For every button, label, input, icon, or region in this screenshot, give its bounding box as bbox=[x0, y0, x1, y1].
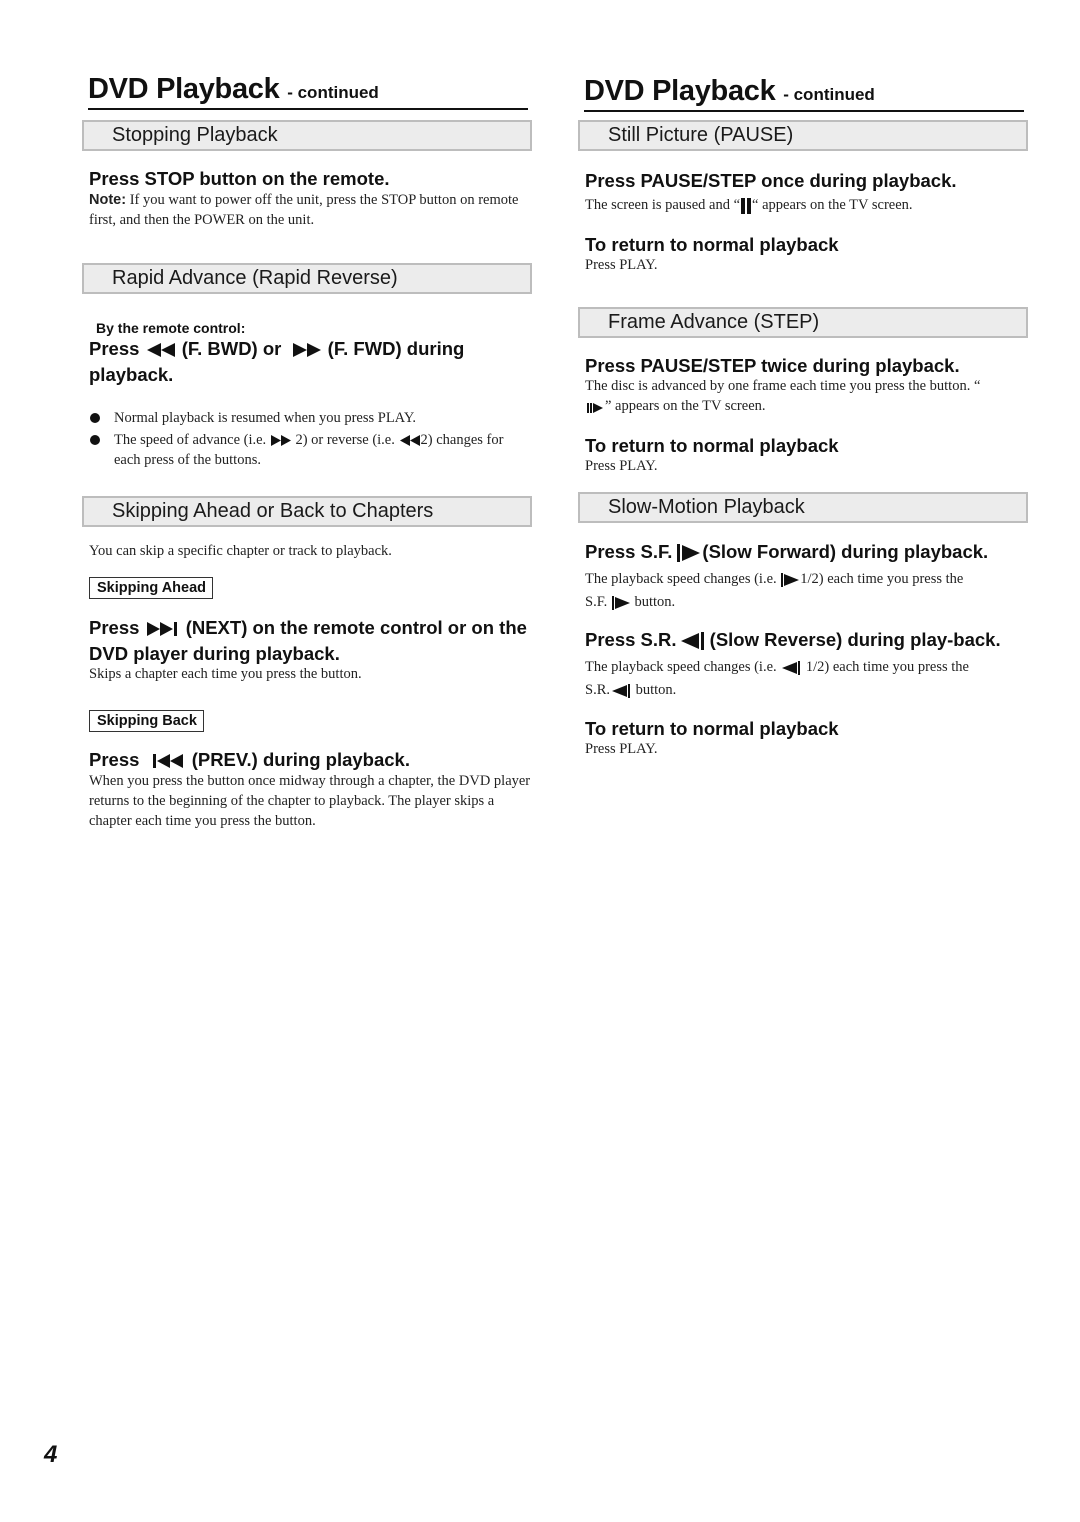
pause-text-b: “ appears on the TV screen. bbox=[752, 197, 913, 213]
bullet-text: The speed of advance (i.e. bbox=[114, 431, 267, 448]
return-text: Press PLAY. bbox=[585, 257, 658, 273]
press-label: Press bbox=[89, 338, 140, 359]
page-title-left: DVD Playback - continued bbox=[88, 74, 528, 110]
pause-text-a: The screen is paused and “ bbox=[585, 197, 741, 213]
note-label: Note: bbox=[89, 192, 127, 208]
sf-text-c: S.F. bbox=[585, 594, 608, 610]
bullet-icon bbox=[90, 434, 100, 445]
skipping-ahead-tag: Skipping Ahead bbox=[89, 576, 214, 599]
title-text: DVD Playback bbox=[584, 75, 776, 107]
slow-reverse-label: (Slow Reverse) during play-back. bbox=[709, 629, 1001, 650]
pause-heading: Press PAUSE/STEP once during playback. bbox=[585, 170, 957, 191]
frame-step-icon bbox=[585, 400, 605, 414]
return-text: Press PLAY. bbox=[585, 741, 658, 757]
previous-chapter-icon bbox=[151, 753, 187, 769]
return-text: Press PLAY. bbox=[585, 458, 658, 474]
fbwd-label: (F. BWD) or bbox=[181, 338, 282, 359]
slow-forward-icon bbox=[676, 543, 702, 563]
fast-backward-icon bbox=[145, 342, 177, 358]
next-text: Skips a chapter each time you press the … bbox=[89, 665, 362, 682]
slow-forward-text: The playback speed changes (i.e. 1/2) ea… bbox=[585, 568, 1028, 614]
stop-note: Note: If you want to power off the unit,… bbox=[89, 190, 532, 230]
slow-forward-icon bbox=[780, 572, 800, 588]
section-bar-skipping: Skipping Ahead or Back to Chapters bbox=[82, 495, 532, 527]
fast-backward-icon bbox=[399, 434, 421, 446]
press-label: Press S.R. bbox=[585, 629, 677, 650]
prev-text: When you press the button once midway th… bbox=[89, 772, 531, 829]
section-bar-stopping: Stopping Playback bbox=[82, 120, 532, 151]
note-text: If you want to power off the unit, press… bbox=[89, 192, 519, 228]
bullet-icon bbox=[90, 413, 100, 423]
page-number: 4 bbox=[44, 1441, 58, 1468]
sr-text-d: button. bbox=[635, 682, 677, 698]
sf-text-d: button. bbox=[634, 594, 676, 610]
sf-text-a: The playback speed changes (i.e. bbox=[585, 571, 777, 587]
slow-reverse-icon bbox=[679, 631, 705, 651]
left-column: DVD Playback - continued Stopping Playba… bbox=[82, 74, 532, 831]
skipping-back-tag: Skipping Back bbox=[89, 709, 204, 732]
right-column: DVD Playback - continued Still Picture (… bbox=[578, 76, 1028, 759]
title-suffix: - continued bbox=[287, 83, 379, 102]
list-item: The speed of advance (i.e. 2) or reverse… bbox=[89, 430, 532, 471]
sr-text-c: S.R. bbox=[585, 682, 610, 698]
list-item: Normal playback is resumed when you pres… bbox=[89, 408, 532, 429]
slow-forward-label: (Slow Forward) during playback. bbox=[702, 541, 989, 562]
rapid-bullets: Normal playback is resumed when you pres… bbox=[89, 408, 532, 471]
bullet-text: Normal playback is resumed when you pres… bbox=[114, 410, 417, 426]
sr-text-b: 1/2) each time you press the bbox=[805, 659, 969, 675]
press-label: Press S.F. bbox=[585, 541, 673, 562]
skipping-intro: You can skip a specific chapter or track… bbox=[89, 542, 392, 559]
title-suffix: - continued bbox=[783, 85, 875, 104]
pause-text: The screen is paused and “ “ appears on t… bbox=[585, 195, 1028, 215]
section-bar-step: Frame Advance (STEP) bbox=[578, 307, 1028, 338]
section-bar-pause: Still Picture (PAUSE) bbox=[578, 120, 1028, 151]
slow-reverse-text: The playback speed changes (i.e. 1/2) ea… bbox=[585, 656, 1028, 702]
section-bar-rapid: Rapid Advance (Rapid Reverse) bbox=[82, 263, 532, 294]
bullet-text: 2) or reverse (i.e. bbox=[295, 431, 395, 448]
pause-icon bbox=[740, 197, 752, 215]
step-text-b: ” appears on the TV screen. bbox=[605, 398, 766, 414]
step-text-a: The disc is advanced by one frame each t… bbox=[585, 378, 981, 394]
prev-heading: Press (PREV.) during playback. bbox=[89, 747, 532, 773]
stop-heading: Press STOP button on the remote. bbox=[89, 168, 390, 189]
fast-forward-icon bbox=[270, 434, 292, 446]
slow-reverse-icon bbox=[610, 683, 632, 699]
slow-forward-heading: Press S.F. (Slow Forward) during playback… bbox=[585, 539, 1028, 565]
next-heading: Press (NEXT) on the remote control or on… bbox=[89, 615, 532, 667]
page-title-right: DVD Playback - continued bbox=[584, 76, 1024, 112]
prev-label: (PREV.) during playback. bbox=[191, 748, 410, 770]
sf-text-b: 1/2) each time you press the bbox=[800, 571, 964, 587]
title-text: DVD Playback bbox=[88, 73, 280, 105]
next-chapter-icon bbox=[145, 621, 181, 637]
slow-reverse-icon bbox=[780, 660, 802, 676]
rapid-heading: Press (F. BWD) or (F. FWD) during playba… bbox=[89, 336, 532, 388]
slow-forward-icon bbox=[611, 595, 631, 611]
sr-text-a: The playback speed changes (i.e. bbox=[585, 659, 777, 675]
fast-forward-icon bbox=[291, 342, 323, 358]
step-text: The disc is advanced by one frame each t… bbox=[585, 376, 985, 416]
by-remote-label: By the remote control: bbox=[96, 320, 246, 336]
slow-reverse-heading: Press S.R. (Slow Reverse) during play-ba… bbox=[585, 626, 1005, 653]
section-bar-slow: Slow-Motion Playback bbox=[578, 492, 1028, 523]
press-label: Press bbox=[89, 616, 140, 638]
press-label: Press bbox=[89, 748, 140, 770]
